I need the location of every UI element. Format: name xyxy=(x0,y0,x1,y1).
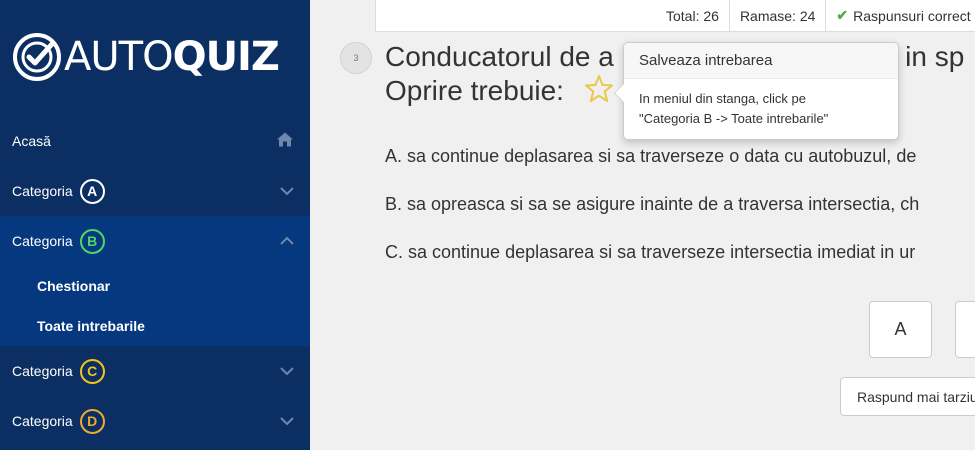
answer-a[interactable]: A. sa continue deplasarea si sa traverse… xyxy=(385,146,916,167)
sidebar-submenu: Chestionar Toate intrebarile xyxy=(0,266,310,346)
category-badge-d: D xyxy=(79,408,105,434)
popover-body-line-1: In meniul din stanga, click pe xyxy=(639,91,806,106)
save-question-popover: Salveaza intrebarea In meniul din stanga… xyxy=(614,42,899,140)
popover-title: Salveaza intrebarea xyxy=(624,43,898,79)
sidebar-item-categoria-c[interactable]: Categoria C xyxy=(0,346,310,396)
question-number: 3 xyxy=(340,42,372,74)
sidebar-subitem-toate-intrebarile[interactable]: Toate intrebarile xyxy=(0,306,310,346)
check-icon: ✔ xyxy=(836,7,849,23)
chevron-down-icon xyxy=(280,413,294,429)
logo-text: AUTOQUIZ xyxy=(64,34,280,80)
sidebar-nav: Acasă Categoria A Categoria B Chestionar… xyxy=(0,116,310,446)
stats-bar: Total: 26 Ramase: 24 ✔ Raspunsuri correc… xyxy=(375,0,975,32)
logo-check-icon xyxy=(13,33,61,81)
sidebar-item-label: Categoria xyxy=(12,363,73,379)
main-content: Total: 26 Ramase: 24 ✔ Raspunsuri correc… xyxy=(310,0,975,450)
chevron-up-icon xyxy=(280,233,294,249)
stat-correct-label: Raspunsuri correct xyxy=(853,7,971,24)
answer-c[interactable]: C. sa continue deplasarea si sa traverse… xyxy=(385,242,915,263)
star-icon[interactable] xyxy=(584,74,614,104)
chevron-down-icon xyxy=(280,183,294,199)
popover-body: In meniul din stanga, click pe "Categori… xyxy=(624,79,898,139)
sidebar-subitem-chestionar[interactable]: Chestionar xyxy=(0,266,310,306)
sidebar-item-categoria-a[interactable]: Categoria A xyxy=(0,166,310,216)
home-icon xyxy=(276,132,294,151)
logo[interactable]: AUTOQUIZ xyxy=(12,30,280,84)
sidebar: AUTOQUIZ Acasă Categoria A Categoria B C… xyxy=(0,0,310,450)
sidebar-item-categoria-d[interactable]: Categoria D xyxy=(0,396,310,446)
sidebar-item-label: Categoria xyxy=(12,233,73,249)
answer-a-button[interactable]: A xyxy=(869,301,932,358)
category-badge-c: C xyxy=(79,358,105,384)
sidebar-item-label: Categoria xyxy=(12,183,73,199)
sidebar-item-label: Categoria xyxy=(12,413,73,429)
popover-body-line-2: "Categoria B -> Toate intrebarile" xyxy=(639,111,829,126)
stat-remaining: Ramase: 24 xyxy=(730,0,827,31)
category-badge-a: A xyxy=(79,178,105,204)
stat-total: Total: 26 xyxy=(376,0,730,31)
category-badge-b: B xyxy=(79,228,105,254)
sidebar-item-categoria-b[interactable]: Categoria B xyxy=(0,216,310,266)
answer-b[interactable]: B. sa opreasca si sa se asigure inainte … xyxy=(385,194,919,215)
answer-later-button[interactable]: Raspund mai tarziu xyxy=(840,377,975,416)
answer-b-button[interactable] xyxy=(955,301,975,358)
sidebar-item-home[interactable]: Acasă xyxy=(0,116,310,166)
popover-arrow xyxy=(614,83,624,103)
stat-correct: ✔ Raspunsuri correct xyxy=(826,0,975,31)
chevron-down-icon xyxy=(280,363,294,379)
sidebar-item-label: Acasă xyxy=(12,133,51,149)
